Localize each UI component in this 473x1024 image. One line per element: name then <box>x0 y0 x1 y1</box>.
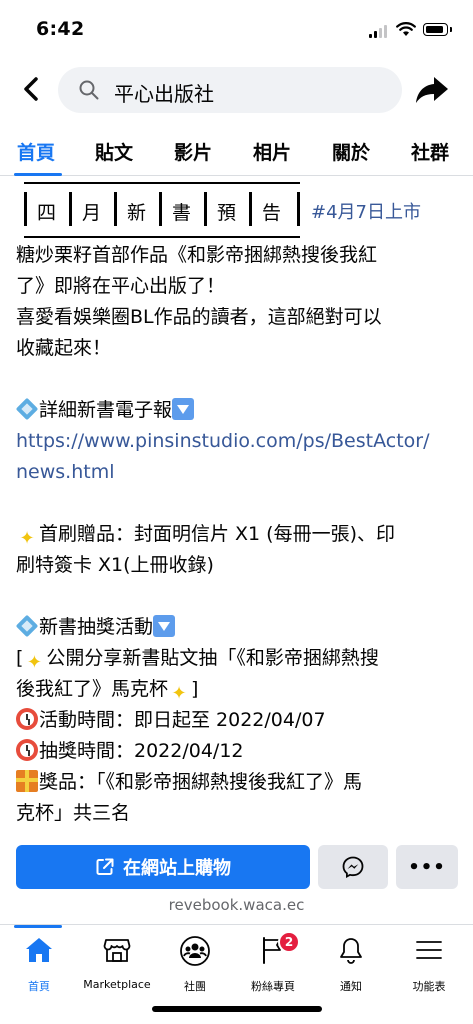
nav-marketplace[interactable]: Marketplace <box>78 925 156 997</box>
banner-char: 告 <box>262 202 282 224</box>
shop-button-label: 在網站上購物 <box>123 858 231 879</box>
prize-line: 克杯」共三名 <box>16 802 131 824</box>
tab-home[interactable]: 首頁 <box>17 138 55 165</box>
share-icon[interactable] <box>414 74 450 106</box>
ebook-title: 詳細新書電子報 <box>39 399 173 421</box>
active-tab-indicator <box>14 173 62 176</box>
alarm-clock-icon <box>16 708 38 730</box>
home-indicator <box>152 1006 322 1012</box>
page-tabs: 首頁 貼文 影片 相片 關於 社群 <box>0 124 473 176</box>
chevron-left-icon <box>24 77 38 101</box>
banner-char: 四 <box>37 202 57 224</box>
nav-marketplace-label: Marketplace <box>83 978 151 991</box>
tab-posts[interactable]: 貼文 <box>95 138 133 165</box>
home-icon <box>26 938 52 962</box>
intro-line: 收藏起來！ <box>16 337 112 359</box>
draw-time: 抽獎時間：2022/04/12 <box>39 740 244 762</box>
sparkles-icon: ✦ <box>19 528 35 549</box>
lottery-line: 後我紅了》馬克杯 <box>16 678 169 700</box>
status-bar: 6:42 <box>0 0 473 58</box>
nav-notifications-label: 通知 <box>340 980 362 993</box>
search-input[interactable]: 平心出版社 <box>58 67 402 113</box>
prize-line: 獎品：「《和影帝捆綁熱搜後我紅了》馬 <box>39 771 363 793</box>
nav-menu-label: 功能表 <box>412 980 446 993</box>
diamond-icon <box>16 615 38 637</box>
search-query: 平心出版社 <box>114 82 214 106</box>
gift-icon <box>16 770 38 792</box>
status-time: 6:42 <box>36 18 85 40</box>
banner-char: 書 <box>172 202 192 224</box>
page-header: 平心出版社 <box>0 62 473 118</box>
activity-time: 活動時間：即日起至 2022/04/07 <box>39 709 326 731</box>
nav-groups-label: 社團 <box>184 980 206 993</box>
intro-line: 了》即將在平心出版了！ <box>16 275 226 297</box>
banner-char: 新 <box>127 202 147 224</box>
diamond-icon <box>16 398 38 420</box>
bell-icon <box>340 938 362 964</box>
nav-menu[interactable]: 功能表 <box>390 925 468 997</box>
active-nav-indicator <box>14 925 62 928</box>
intro-line: 喜愛看娛樂圈BL作品的讀者，這部絕對可以 <box>16 306 382 328</box>
lottery-line: 公開分享新書貼文抽「《和影帝捆綁熱搜 <box>46 647 379 669</box>
gift-line: 首刷贈品：封面明信片 X1 (每冊一張)、印 <box>39 523 396 545</box>
nav-pages[interactable]: 2 粉絲專頁 <box>234 925 312 997</box>
sparkles-icon: ✦ <box>171 683 187 704</box>
notification-badge: 2 <box>278 931 300 953</box>
banner-char: 月 <box>82 202 102 224</box>
messenger-button[interactable] <box>318 845 388 889</box>
website-url[interactable]: revebook.waca.ec <box>0 896 473 914</box>
bracket: ] <box>191 678 199 700</box>
external-link-icon <box>96 858 114 875</box>
nav-home-label: 首頁 <box>28 980 50 993</box>
hashtag-link[interactable]: #4月7日上市 <box>311 198 421 224</box>
shop-on-website-button[interactable]: 在網站上購物 <box>16 845 310 889</box>
nav-pages-label: 粉絲專頁 <box>251 980 295 993</box>
ebook-link[interactable]: https://www.pinsinstudio.com/ps/BestActo… <box>16 426 458 457</box>
action-bar: 在網站上購物 ••• <box>0 845 473 891</box>
nav-groups[interactable]: 社團 <box>156 925 234 997</box>
gift-line: 刷特簽卡 X1(上冊收錄) <box>16 554 214 576</box>
nav-home[interactable]: 首頁 <box>0 925 78 997</box>
battery-icon <box>423 23 452 36</box>
alarm-clock-icon <box>16 739 38 761</box>
down-arrow-icon <box>172 398 195 420</box>
new-book-banner: 四 月 新 書 預 告 <box>24 182 300 238</box>
tab-videos[interactable]: 影片 <box>174 138 212 165</box>
tab-photos[interactable]: 相片 <box>253 138 291 165</box>
tab-community[interactable]: 社群 <box>411 138 449 165</box>
back-button[interactable] <box>16 74 46 104</box>
sparkles-icon: ✦ <box>26 652 42 673</box>
nav-notifications[interactable]: 通知 <box>312 925 390 997</box>
lottery-title: 新書抽獎活動 <box>39 616 154 638</box>
groups-icon <box>180 936 210 966</box>
messenger-icon <box>342 856 364 878</box>
ebook-link[interactable]: news.html <box>16 457 458 488</box>
post-content: 四 月 新 書 預 告 #4月7日上市 糖炒栗籽首部作品《和影帝捆綁熱搜後我紅 … <box>16 178 458 838</box>
intro-line: 糖炒栗籽首部作品《和影帝捆綁熱搜後我紅 <box>16 244 378 266</box>
more-options-button[interactable]: ••• <box>396 845 458 889</box>
search-icon <box>79 80 99 100</box>
bracket: [ <box>16 647 24 669</box>
banner-char: 預 <box>217 202 237 224</box>
down-arrow-icon <box>153 615 176 637</box>
tab-about[interactable]: 關於 <box>332 138 370 165</box>
marketplace-icon <box>103 939 131 962</box>
signal-icon <box>369 24 389 38</box>
menu-icon <box>416 941 442 959</box>
wifi-icon <box>396 22 416 36</box>
